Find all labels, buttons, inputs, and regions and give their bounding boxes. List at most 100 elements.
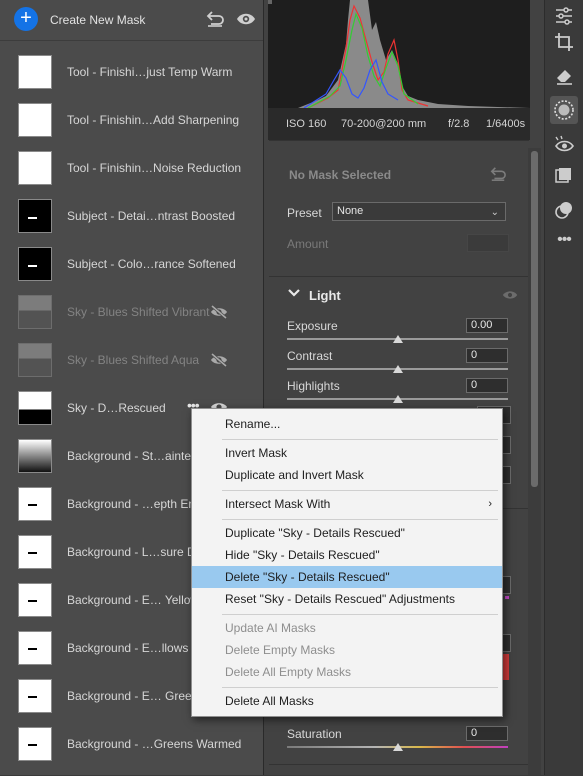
chevron-down-icon[interactable] bbox=[287, 286, 301, 300]
mask-list-item[interactable]: Subject - Colo…rance Softened bbox=[0, 241, 263, 289]
menu-item-intersect-mask[interactable]: Intersect Mask With › bbox=[192, 493, 502, 515]
mask-name: Background - L…sure Dar bbox=[67, 545, 207, 559]
mask-thumbnail bbox=[18, 535, 52, 569]
menu-separator bbox=[222, 614, 498, 615]
reset-icon[interactable] bbox=[205, 10, 225, 28]
mask-name: Background - St…ainterly bbox=[67, 449, 204, 463]
eye-hidden-icon[interactable] bbox=[210, 352, 228, 368]
scrollbar-thumb[interactable] bbox=[531, 151, 538, 487]
camera-info-bar: ISO 160 70-200@200 mm f/2.8 1/6400s bbox=[268, 108, 530, 140]
red-eye-icon[interactable] bbox=[553, 134, 575, 156]
menu-separator bbox=[222, 439, 498, 440]
mask-thumbnail bbox=[18, 391, 52, 425]
saturation-value[interactable]: 0 bbox=[466, 726, 508, 741]
menu-item-delete-all-masks[interactable]: Delete All Masks bbox=[192, 690, 502, 712]
edit-sliders-icon[interactable] bbox=[553, 4, 575, 26]
eye-icon[interactable] bbox=[236, 11, 256, 27]
amount-field[interactable] bbox=[467, 234, 509, 252]
create-new-mask-button[interactable]: + bbox=[14, 7, 38, 31]
menu-separator bbox=[222, 519, 498, 520]
shutter-value: 1/6400s bbox=[486, 118, 526, 130]
mask-thumbnail bbox=[18, 487, 52, 521]
preset-dropdown[interactable]: None ⌄ bbox=[332, 202, 506, 221]
eraser-icon[interactable] bbox=[553, 64, 575, 86]
contrast-value[interactable]: 0 bbox=[466, 348, 508, 363]
menu-item-delete-empty-masks: Delete Empty Masks bbox=[225, 643, 336, 657]
mask-thumbnail bbox=[18, 103, 52, 137]
mask-name: Tool - Finishin…Noise Reduction bbox=[67, 161, 242, 175]
saturation-label: Saturation bbox=[287, 727, 342, 741]
exposure-label: Exposure bbox=[287, 319, 338, 333]
presets-icon[interactable] bbox=[553, 165, 575, 187]
tool-strip: ••• bbox=[544, 0, 583, 775]
mask-list-item[interactable]: Tool - Finishin…Add Sharpening bbox=[0, 97, 263, 145]
mask-list-item[interactable]: Subject - Detai…ntrast Boosted bbox=[0, 193, 263, 241]
menu-item-invert-mask[interactable]: Invert Mask bbox=[192, 442, 502, 464]
menu-item-reset-adjustments[interactable]: Reset "Sky - Details Rescued" Adjustment… bbox=[192, 588, 502, 610]
mask-name: Tool - Finishi…just Temp Warm bbox=[67, 65, 233, 79]
preset-value: None bbox=[337, 205, 364, 217]
mask-thumbnail bbox=[18, 55, 52, 89]
eye-hidden-icon[interactable] bbox=[210, 304, 228, 320]
menu-item-update-ai-masks: Update AI Masks bbox=[225, 621, 316, 635]
exposure-slider-thumb[interactable] bbox=[393, 335, 403, 343]
reset-icon[interactable] bbox=[489, 166, 507, 182]
mask-name: Sky - D…Rescued bbox=[67, 401, 166, 415]
mask-thumbnail bbox=[18, 679, 52, 713]
mask-list-item[interactable]: Sky - Blues Shifted Aqua bbox=[0, 337, 263, 385]
iso-value: ISO 160 bbox=[286, 118, 327, 130]
chevron-down-icon: ⌄ bbox=[490, 207, 499, 218]
panel-scrollbar[interactable] bbox=[528, 148, 541, 775]
mask-name: Background - E… Yellows bbox=[67, 593, 206, 607]
mask-list-item[interactable]: Sky - Blues Shifted Vibrant bbox=[0, 289, 263, 337]
mask-thumbnail bbox=[18, 295, 52, 329]
mask-thumbnail bbox=[18, 439, 52, 473]
light-section-title[interactable]: Light bbox=[309, 288, 341, 303]
mask-settings-section: No Mask Selected Preset None ⌄ Amount bbox=[269, 140, 529, 271]
mask-thumbnail bbox=[18, 343, 52, 377]
mask-list-item[interactable]: Tool - Finishi…just Temp Warm bbox=[0, 49, 263, 97]
mask-list-item[interactable]: Tool - Finishin…Noise Reduction bbox=[0, 145, 263, 193]
mask-thumbnail bbox=[18, 583, 52, 617]
menu-item-delete[interactable]: Delete "Sky - Details Rescued" bbox=[192, 566, 502, 588]
aperture-value: f/2.8 bbox=[448, 118, 470, 130]
menu-separator bbox=[222, 490, 498, 491]
mask-name: Tool - Finishin…Add Sharpening bbox=[67, 113, 240, 127]
saturation-slider-thumb[interactable] bbox=[393, 743, 403, 751]
amount-label: Amount bbox=[287, 237, 329, 251]
highlights-label: Highlights bbox=[287, 379, 340, 393]
contrast-label: Contrast bbox=[287, 349, 333, 363]
mask-name: Sky - Blues Shifted Vibrant bbox=[67, 305, 210, 319]
mask-name: Subject - Colo…rance Softened bbox=[67, 257, 236, 271]
mask-thumbnail bbox=[18, 727, 52, 761]
lens-value: 70-200@200 mm bbox=[341, 118, 427, 130]
menu-item-hide[interactable]: Hide "Sky - Details Rescued" bbox=[192, 544, 502, 566]
masking-tool-button[interactable] bbox=[550, 96, 578, 124]
crop-icon[interactable] bbox=[553, 31, 575, 53]
exposure-value[interactable]: 0.00 bbox=[466, 318, 508, 333]
highlights-value[interactable]: 0 bbox=[466, 378, 508, 393]
no-mask-selected-title: No Mask Selected bbox=[289, 168, 392, 182]
create-new-mask-label[interactable]: Create New Mask bbox=[50, 13, 145, 27]
menu-item-rename[interactable]: Rename... bbox=[192, 413, 502, 435]
contrast-slider-thumb[interactable] bbox=[393, 365, 403, 373]
mask-context-menu: Rename... Invert Mask Duplicate and Inve… bbox=[191, 408, 503, 717]
mask-thumbnail bbox=[18, 151, 52, 185]
mask-list-item[interactable]: Background - …Greens Warmed bbox=[0, 721, 263, 769]
masks-header: + Create New Mask bbox=[0, 0, 263, 41]
highlights-slider-thumb[interactable] bbox=[393, 395, 403, 403]
mask-name: Background - E…llows Or bbox=[67, 641, 206, 655]
menu-separator bbox=[222, 687, 498, 688]
histogram bbox=[268, 0, 530, 108]
snapshots-icon[interactable] bbox=[553, 199, 575, 221]
mask-thumbnail bbox=[18, 631, 52, 665]
mask-name: Background - E… Greens bbox=[67, 689, 205, 703]
mask-thumbnail bbox=[18, 199, 52, 233]
eye-icon[interactable] bbox=[502, 289, 518, 301]
chevron-right-icon: › bbox=[488, 498, 492, 510]
mask-name: Background - …Greens Warmed bbox=[67, 737, 242, 751]
menu-item-duplicate[interactable]: Duplicate "Sky - Details Rescued" bbox=[192, 522, 502, 544]
more-options-icon[interactable]: ••• bbox=[553, 229, 575, 251]
mask-thumbnail bbox=[18, 247, 52, 281]
menu-item-duplicate-invert[interactable]: Duplicate and Invert Mask bbox=[192, 464, 502, 486]
